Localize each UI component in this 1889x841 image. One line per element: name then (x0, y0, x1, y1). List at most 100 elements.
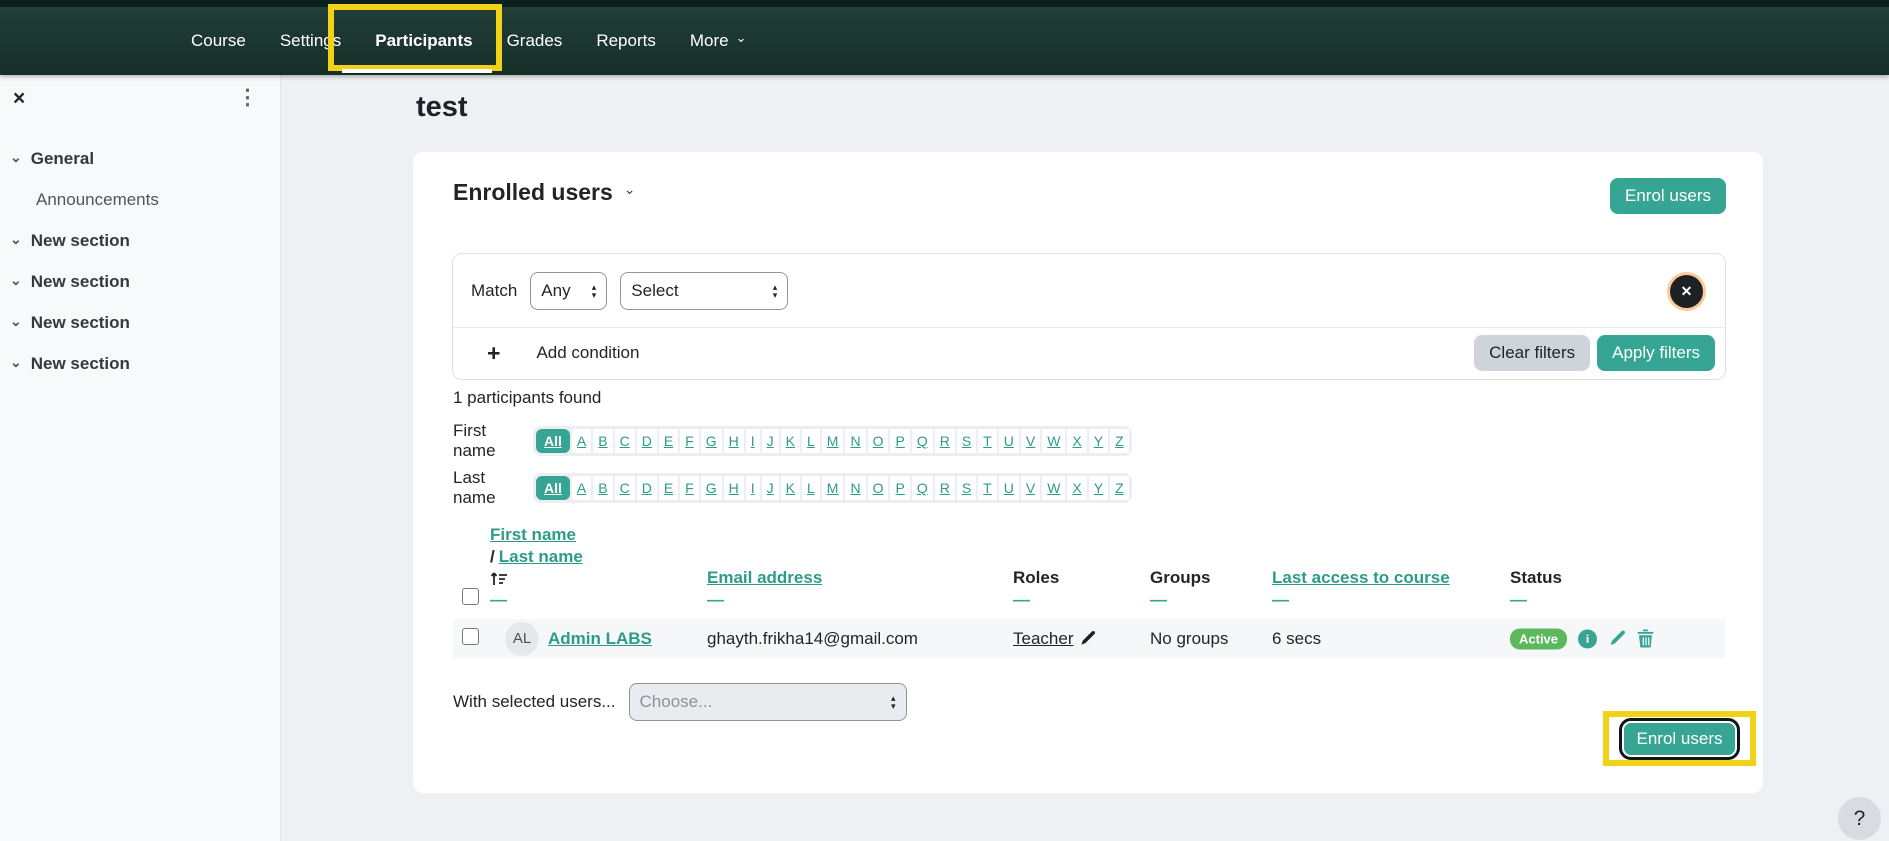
alphabet-letter-H[interactable]: H (724, 476, 744, 500)
alphabet-letter-H[interactable]: H (724, 429, 744, 453)
tab-grades[interactable]: Grades (490, 7, 580, 75)
alphabet-letter-A[interactable]: A (572, 429, 591, 453)
tab-participants[interactable]: Participants (358, 7, 489, 75)
alphabet-letter-X[interactable]: X (1067, 476, 1086, 500)
select-all-checkbox[interactable] (462, 588, 479, 610)
alphabet-all[interactable]: All (536, 429, 570, 453)
sidebar-item-general[interactable]: ⌄General (0, 138, 280, 179)
alphabet-letter-V[interactable]: V (1021, 429, 1040, 453)
alphabet-letter-J[interactable]: J (762, 476, 779, 500)
alphabet-letter-F[interactable]: F (680, 476, 699, 500)
alphabet-letter-B[interactable]: B (593, 476, 612, 500)
enrolment-info-icon[interactable]: i (1578, 629, 1597, 648)
alphabet-letter-V[interactable]: V (1021, 476, 1040, 500)
select-user-checkbox[interactable] (462, 628, 479, 650)
tab-reports[interactable]: Reports (579, 7, 673, 75)
edit-role-pencil-icon[interactable] (1079, 630, 1096, 647)
tab-course[interactable]: Course (174, 7, 263, 75)
sidebar-item-new-section[interactable]: ⌄New section (0, 343, 280, 384)
alphabet-letter-U[interactable]: U (999, 476, 1019, 500)
alphabet-letter-N[interactable]: N (845, 429, 865, 453)
chevron-down-icon[interactable]: ⌄ (10, 316, 22, 326)
sidebar-item-announcements[interactable]: Announcements (0, 179, 280, 220)
alphabet-letter-R[interactable]: R (935, 429, 955, 453)
collapse-email-column[interactable]: — (707, 590, 724, 610)
chevron-down-icon[interactable]: ⌄ (624, 181, 636, 198)
sort-last-name-link[interactable]: Last name (499, 547, 583, 566)
enrol-users-top-button[interactable]: Enrol users (1610, 178, 1726, 214)
chevron-down-icon[interactable]: ⌄ (10, 152, 22, 162)
alphabet-all[interactable]: All (536, 476, 570, 500)
tab-settings[interactable]: Settings (263, 7, 358, 75)
clear-filters-button[interactable]: Clear filters (1474, 335, 1590, 371)
sort-first-name-link[interactable]: First name (490, 525, 576, 544)
edit-enrolment-pencil-icon[interactable] (1608, 630, 1626, 648)
alphabet-letter-E[interactable]: E (659, 476, 678, 500)
alphabet-letter-G[interactable]: G (701, 429, 722, 453)
collapse-status-column[interactable]: — (1510, 590, 1527, 610)
alphabet-letter-B[interactable]: B (593, 429, 612, 453)
alphabet-letter-K[interactable]: K (781, 429, 800, 453)
user-profile-link[interactable]: Admin LABS (548, 629, 652, 649)
close-drawer-icon[interactable]: × (13, 87, 25, 111)
alphabet-letter-K[interactable]: K (781, 476, 800, 500)
sidebar-item-new-section[interactable]: ⌄New section (0, 302, 280, 343)
apply-filters-button[interactable]: Apply filters (1597, 335, 1715, 371)
delete-enrolment-trash-icon[interactable] (1637, 630, 1654, 648)
with-selected-select[interactable]: Choose... ▴▾ (629, 683, 907, 721)
alphabet-letter-O[interactable]: O (868, 429, 889, 453)
tab-more[interactable]: More⌄ (673, 7, 764, 75)
alphabet-letter-T[interactable]: T (978, 429, 997, 453)
remove-filter-row-button[interactable]: ✕ (1670, 275, 1703, 308)
alphabet-letter-I[interactable]: I (746, 476, 760, 500)
condition-type-select[interactable]: Select ▴▾ (620, 272, 788, 310)
collapse-last-access-column[interactable]: — (1272, 590, 1289, 610)
alphabet-letter-W[interactable]: W (1042, 476, 1065, 500)
alphabet-letter-G[interactable]: G (701, 476, 722, 500)
alphabet-letter-F[interactable]: F (680, 429, 699, 453)
collapse-name-column[interactable]: — (490, 590, 507, 610)
alphabet-letter-S[interactable]: S (957, 476, 976, 500)
alphabet-letter-E[interactable]: E (659, 429, 678, 453)
alphabet-letter-L[interactable]: L (802, 476, 820, 500)
alphabet-letter-D[interactable]: D (637, 429, 657, 453)
alphabet-letter-U[interactable]: U (999, 429, 1019, 453)
alphabet-letter-O[interactable]: O (868, 476, 889, 500)
alphabet-letter-C[interactable]: C (615, 429, 635, 453)
collapse-roles-column[interactable]: — (1013, 590, 1030, 610)
sidebar-item-new-section[interactable]: ⌄New section (0, 220, 280, 261)
alphabet-letter-I[interactable]: I (746, 429, 760, 453)
alphabet-letter-T[interactable]: T (978, 476, 997, 500)
sort-ascending-icon[interactable] (490, 570, 508, 592)
alphabet-letter-R[interactable]: R (935, 476, 955, 500)
chevron-down-icon[interactable]: ⌄ (10, 275, 22, 285)
kebab-menu-icon[interactable]: ⋮ (237, 85, 258, 110)
alphabet-letter-N[interactable]: N (845, 476, 865, 500)
alphabet-letter-A[interactable]: A (572, 476, 591, 500)
alphabet-letter-Q[interactable]: Q (912, 476, 933, 500)
alphabet-letter-P[interactable]: P (890, 429, 909, 453)
sort-last-access-link[interactable]: Last access to course (1272, 568, 1450, 588)
help-button[interactable]: ? (1838, 797, 1881, 840)
alphabet-letter-M[interactable]: M (822, 476, 844, 500)
plus-icon[interactable]: + (487, 340, 500, 367)
alphabet-letter-L[interactable]: L (802, 429, 820, 453)
alphabet-letter-W[interactable]: W (1042, 429, 1065, 453)
alphabet-letter-Z[interactable]: Z (1110, 429, 1129, 453)
sidebar-item-new-section[interactable]: ⌄New section (0, 261, 280, 302)
alphabet-letter-Y[interactable]: Y (1089, 476, 1108, 500)
sort-email-link[interactable]: Email address (707, 568, 822, 588)
match-type-select[interactable]: Any ▴▾ (530, 272, 607, 310)
user-avatar[interactable]: AL (505, 622, 539, 656)
add-condition-link[interactable]: Add condition (536, 343, 639, 363)
alphabet-letter-Y[interactable]: Y (1089, 429, 1108, 453)
alphabet-letter-P[interactable]: P (890, 476, 909, 500)
chevron-down-icon[interactable]: ⌄ (10, 357, 22, 367)
chevron-down-icon[interactable]: ⌄ (10, 234, 22, 244)
alphabet-letter-X[interactable]: X (1067, 429, 1086, 453)
alphabet-letter-S[interactable]: S (957, 429, 976, 453)
user-role-link[interactable]: Teacher (1013, 629, 1073, 649)
alphabet-letter-Z[interactable]: Z (1110, 476, 1129, 500)
alphabet-letter-J[interactable]: J (762, 429, 779, 453)
enrol-users-bottom-button[interactable]: Enrol users (1622, 721, 1738, 757)
